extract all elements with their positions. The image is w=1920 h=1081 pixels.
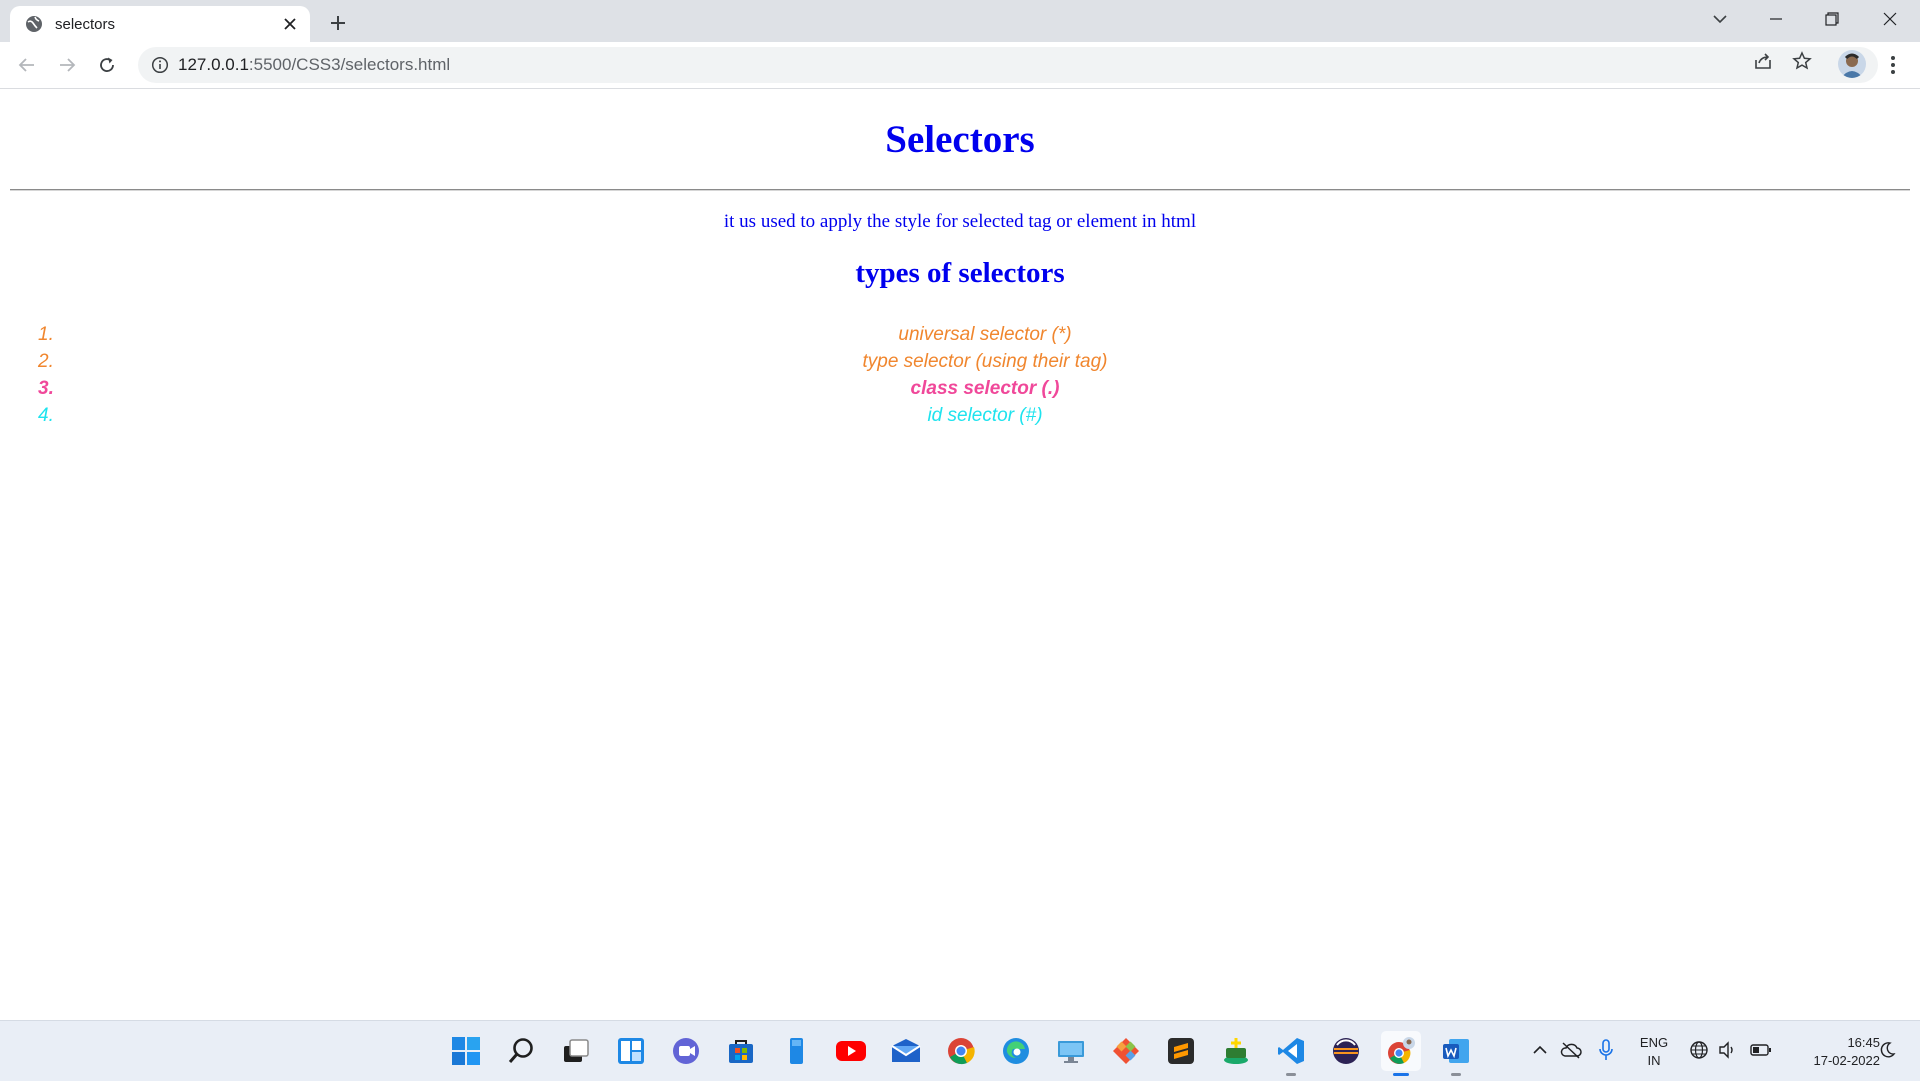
page-subheading: types of selectors: [855, 257, 1065, 289]
running-indicator: [1393, 1073, 1409, 1076]
task-view-icon[interactable]: [556, 1031, 596, 1071]
selectors-list: 1. universal selector (*) 2. type select…: [0, 321, 1920, 429]
search-icon[interactable]: [501, 1031, 541, 1071]
more-menu-icon[interactable]: [1880, 50, 1906, 80]
back-button[interactable]: [12, 50, 42, 80]
list-item-text: id selector (#): [927, 405, 1043, 426]
language-region: IN: [1647, 1053, 1661, 1068]
clock-time: 16:45: [1847, 1035, 1880, 1050]
microsoft-store-icon[interactable]: [721, 1031, 761, 1071]
network-globe-icon[interactable]: [1688, 1039, 1710, 1061]
sublime-text-icon[interactable]: [1161, 1031, 1201, 1071]
web-page: Selectors it us used to apply the style …: [0, 89, 1920, 1020]
chrome-profile-icon[interactable]: [1381, 1031, 1421, 1076]
list-item-text: universal selector (*): [898, 324, 1072, 345]
page-description: it us used to apply the style for select…: [723, 211, 1197, 232]
edge-icon[interactable]: [996, 1031, 1036, 1071]
close-tab-icon[interactable]: [278, 12, 302, 36]
page-heading: Selectors: [885, 118, 1035, 161]
browser-tab[interactable]: selectors: [10, 6, 310, 42]
tab-title: selectors: [55, 15, 116, 33]
address-bar[interactable]: 127.0.0.1:5500/CSS3/selectors.html: [138, 47, 1878, 83]
list-item: 2. type selector (using their tag): [0, 348, 1920, 375]
git-icon[interactable]: [1106, 1031, 1146, 1071]
profile-avatar[interactable]: [1838, 50, 1866, 78]
minimize-button[interactable]: [1748, 0, 1804, 38]
list-item-text: class selector (.): [910, 378, 1060, 399]
remote-desktop-icon[interactable]: [1051, 1031, 1091, 1071]
globe-icon: [25, 15, 43, 33]
file-icon[interactable]: [776, 1031, 816, 1071]
onedrive-offline-icon[interactable]: [1560, 1039, 1582, 1061]
language-indicator[interactable]: ENG IN: [1634, 1034, 1674, 1070]
url-path: :5500/CSS3/selectors.html: [248, 55, 451, 74]
running-indicator: [1286, 1073, 1296, 1076]
new-tab-button[interactable]: [324, 9, 352, 37]
app-icon[interactable]: [1216, 1031, 1256, 1071]
taskbar: ENG IN 16:45 17-02-2022: [0, 1020, 1920, 1081]
tab-search-chevron-down-icon[interactable]: [1692, 0, 1748, 38]
tab-strip: selectors: [0, 0, 1920, 42]
list-item-text: type selector (using their tag): [862, 351, 1108, 372]
bookmark-star-icon[interactable]: [1789, 48, 1815, 74]
eclipse-icon[interactable]: [1326, 1031, 1366, 1071]
url-host: 127.0.0.1: [178, 55, 249, 74]
battery-icon[interactable]: [1750, 1039, 1772, 1061]
reload-button[interactable]: [92, 50, 122, 80]
windows-start-icon[interactable]: [446, 1031, 486, 1071]
forward-button[interactable]: [52, 50, 82, 80]
widgets-icon[interactable]: [611, 1031, 651, 1071]
restore-button[interactable]: [1804, 0, 1860, 38]
microphone-icon[interactable]: [1595, 1039, 1617, 1061]
youtube-icon[interactable]: [831, 1031, 871, 1071]
browser-toolbar: 127.0.0.1:5500/CSS3/selectors.html: [0, 42, 1920, 89]
share-icon[interactable]: [1750, 48, 1776, 74]
word-icon[interactable]: [1436, 1031, 1476, 1076]
focus-moon-icon[interactable]: [1876, 1039, 1898, 1061]
volume-icon[interactable]: [1716, 1039, 1738, 1061]
site-info-icon[interactable]: [151, 56, 169, 74]
system-clock[interactable]: 16:45 17-02-2022: [1780, 1034, 1881, 1070]
running-indicator: [1451, 1073, 1461, 1076]
url-text[interactable]: 127.0.0.1:5500/CSS3/selectors.html: [178, 47, 450, 83]
teams-chat-icon[interactable]: [666, 1031, 706, 1071]
clock-date: 17-02-2022: [1813, 1053, 1881, 1068]
language-code: ENG: [1639, 1035, 1669, 1050]
chrome-icon[interactable]: [941, 1031, 981, 1071]
list-item: 4. id selector (#): [0, 402, 1920, 429]
close-window-button[interactable]: [1862, 0, 1918, 38]
mail-icon[interactable]: [886, 1031, 926, 1071]
show-hidden-icons-chevron-up-icon[interactable]: [1529, 1039, 1551, 1061]
horizontal-rule: [10, 189, 1910, 191]
vscode-icon[interactable]: [1271, 1031, 1311, 1076]
list-item: 1. universal selector (*): [0, 321, 1920, 348]
list-item: 3. class selector (.): [0, 375, 1920, 402]
